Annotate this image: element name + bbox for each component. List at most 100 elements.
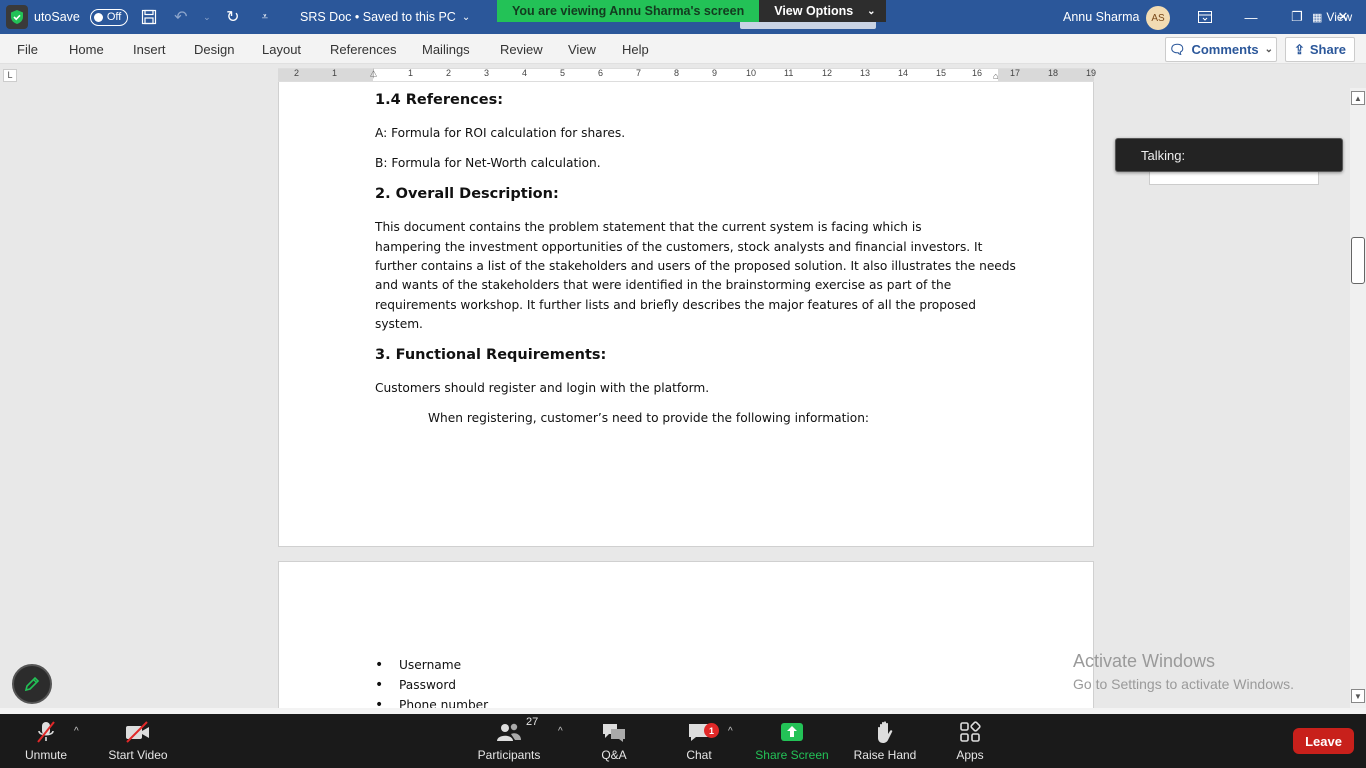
vertical-scrollbar[interactable]: ▲ ▼	[1350, 88, 1366, 708]
paragraph-line: further contains a list of the stakehold…	[375, 259, 1016, 273]
chevron-down-icon: ⌄	[1264, 44, 1274, 55]
ruler-label: 6	[598, 68, 604, 78]
share-button[interactable]: ⇪ Share	[1285, 37, 1355, 62]
paragraph-ref-b: B: Formula for Net-Worth calculation.	[375, 156, 601, 170]
participants-button[interactable]: 27 Participants	[475, 714, 543, 768]
ruler-label: 1	[332, 68, 338, 78]
audio-options-caret-icon[interactable]: ^	[74, 726, 79, 737]
autosave-label: utoSave	[34, 10, 80, 24]
save-icon[interactable]	[138, 6, 160, 28]
paragraph-registration-info: When registering, customer’s need to pro…	[428, 411, 870, 425]
document-title[interactable]: SRS Doc • Saved to this PC ⌄	[300, 0, 470, 34]
minimize-icon[interactable]: —	[1228, 0, 1274, 34]
heading-functional-requirements: 3. Functional Requirements:	[375, 347, 607, 363]
tab-review[interactable]: Review	[500, 34, 543, 64]
heading-overall-description: 2. Overall Description:	[375, 186, 559, 202]
horizontal-ruler[interactable]: 2 1 1 2 3 4 5 6 7 8 9 10 11 12 13 14 15 …	[278, 67, 1097, 82]
qa-icon	[601, 720, 627, 744]
paragraph-line: requirements workshop. It further lists …	[375, 297, 977, 312]
ribbon-tabs: File Home Insert Design Layout Reference…	[0, 34, 1366, 64]
document-page[interactable]: Username Password Phone number	[278, 561, 1094, 708]
document-canvas[interactable]: 1.4 References: A: Formula for ROI calcu…	[0, 82, 1350, 708]
tab-view[interactable]: View	[568, 34, 596, 64]
avatar[interactable]: AS	[1146, 6, 1170, 30]
view-options-label: View Options	[774, 4, 854, 18]
chat-badge: 1	[704, 723, 719, 738]
comments-label: Comments	[1191, 42, 1259, 57]
scroll-down-icon[interactable]: ▼	[1351, 689, 1365, 703]
tab-design[interactable]: Design	[194, 34, 234, 64]
start-video-button[interactable]: Start Video	[104, 714, 172, 768]
grid-view-icon: ▦	[1312, 11, 1323, 24]
paragraph-ref-a: A: Formula for ROI calculation for share…	[375, 126, 626, 140]
zoom-viewing-banner: You are viewing Annu Sharma's screen Vie…	[497, 0, 886, 22]
tab-layout[interactable]: Layout	[262, 34, 301, 64]
tab-home[interactable]: Home	[69, 34, 104, 64]
ruler-label: 10	[746, 68, 757, 78]
zoom-view-button[interactable]: ▦ View	[1312, 10, 1352, 24]
scroll-up-icon[interactable]: ▲	[1351, 91, 1365, 105]
share-screen-label: Share Screen	[755, 748, 829, 762]
tab-file[interactable]: File	[17, 34, 38, 64]
participants-caret-icon[interactable]: ^	[558, 726, 563, 737]
paragraph-register: Customers should register and login with…	[375, 381, 710, 395]
apps-button[interactable]: Apps	[950, 714, 990, 768]
ruler-label: 14	[898, 68, 909, 78]
participants-label: Participants	[477, 748, 541, 762]
chat-caret-icon[interactable]: ^	[728, 726, 733, 737]
ruler-label: 17	[1010, 68, 1021, 78]
chat-button[interactable]: 1 Chat	[680, 714, 719, 768]
muted-microphone-icon	[35, 720, 57, 744]
quick-access-toolbar: utoSave Off ↶ ⌄ ↻ ⩡	[6, 0, 276, 34]
customize-toolbar-icon[interactable]: ⩡	[254, 6, 276, 28]
ruler-label: 19	[1086, 68, 1097, 78]
left-indent-marker[interactable]: ⏃	[369, 67, 378, 80]
document-page[interactable]: 1.4 References: A: Formula for ROI calcu…	[278, 82, 1094, 547]
ruler-label: 7	[636, 68, 642, 78]
qa-label: Q&A	[601, 748, 627, 762]
view-label: View	[1326, 10, 1353, 24]
leave-button[interactable]: Leave	[1293, 728, 1354, 754]
comments-button[interactable]: 🗨 Comments ⌄	[1165, 37, 1277, 62]
right-indent-marker[interactable]: ⌂	[993, 71, 998, 81]
raise-hand-icon	[875, 720, 895, 744]
undo-dropdown-icon[interactable]: ⌄	[202, 6, 212, 28]
annotate-pen-button[interactable]	[12, 664, 52, 704]
tab-insert[interactable]: Insert	[133, 34, 166, 64]
redo-icon[interactable]: ↻	[222, 6, 244, 28]
user-name[interactable]: Annu Sharma	[1063, 0, 1139, 34]
chat-label: Chat	[686, 748, 712, 762]
activate-windows-subtitle: Go to Settings to activate Windows.	[1073, 676, 1294, 692]
comment-icon: 🗨	[1168, 41, 1186, 57]
tab-help[interactable]: Help	[622, 34, 649, 64]
heading-references: 1.4 References:	[375, 92, 504, 108]
ruler-label: 8	[674, 68, 680, 78]
paragraph-line: and wants of the stakeholders that were …	[375, 278, 952, 292]
ruler-label: 13	[860, 68, 871, 78]
list-item: Password	[375, 677, 456, 693]
ribbon-display-options-icon[interactable]	[1182, 0, 1228, 34]
tab-references[interactable]: References	[330, 34, 396, 64]
qa-button[interactable]: Q&A	[594, 714, 634, 768]
unmute-button[interactable]: Unmute	[22, 714, 70, 768]
video-off-icon	[124, 720, 152, 744]
view-options-button[interactable]: View Options ⌄	[759, 0, 886, 22]
ruler-label: 2	[294, 68, 300, 78]
pen-icon	[24, 676, 40, 692]
tab-mailings[interactable]: Mailings	[422, 34, 470, 64]
autosave-toggle[interactable]: Off	[89, 8, 128, 26]
tab-selector[interactable]: L	[3, 69, 17, 82]
share-icon: ⇪	[1293, 41, 1305, 57]
share-screen-icon	[780, 720, 804, 744]
list-item: Username	[375, 657, 461, 673]
scroll-thumb[interactable]	[1351, 237, 1365, 284]
share-screen-button[interactable]: Share Screen	[752, 714, 832, 768]
raise-hand-label: Raise Hand	[853, 748, 917, 762]
undo-icon[interactable]: ↶	[170, 6, 192, 28]
ruler-label: 16	[972, 68, 983, 78]
participants-icon: 27	[496, 716, 538, 744]
apps-label: Apps	[956, 748, 984, 762]
autosave-state: Off	[106, 11, 122, 23]
raise-hand-button[interactable]: Raise Hand	[852, 714, 918, 768]
chevron-down-icon: ⌄	[867, 5, 876, 17]
